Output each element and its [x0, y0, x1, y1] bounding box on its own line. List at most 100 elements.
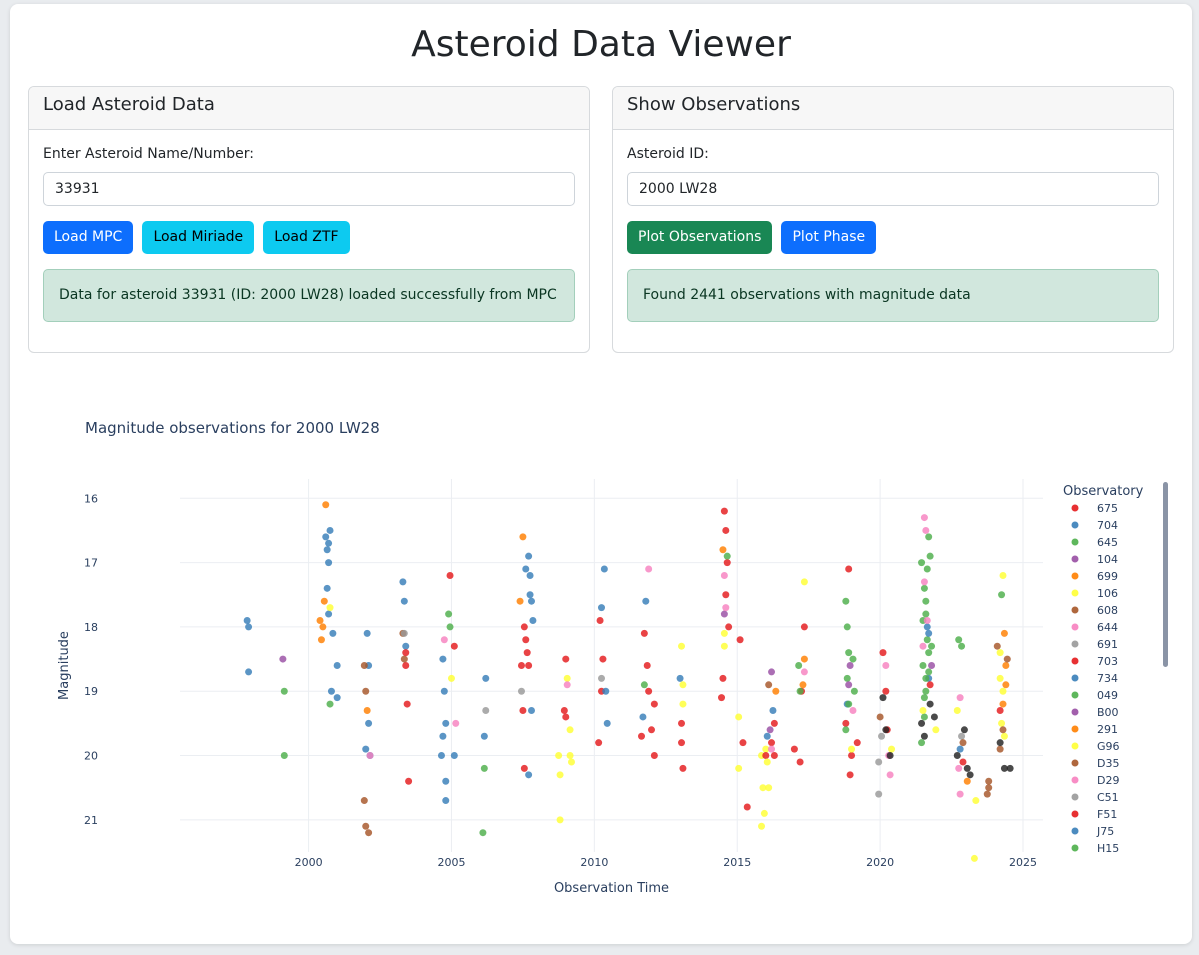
x-tick-label: 2015 — [723, 856, 751, 869]
data-point — [878, 732, 886, 740]
legend-marker — [1071, 810, 1079, 818]
x-tick-label: 2005 — [437, 856, 465, 869]
data-point — [718, 694, 726, 702]
data-point — [796, 687, 804, 695]
data-point — [875, 790, 883, 798]
data-point — [845, 565, 853, 573]
legend-label: 104 — [1097, 553, 1118, 566]
data-point — [567, 758, 575, 766]
data-point — [1000, 732, 1008, 740]
data-point — [642, 597, 650, 605]
data-point — [563, 681, 571, 689]
data-point — [762, 752, 770, 760]
data-point — [480, 732, 488, 740]
legend-marker — [1071, 589, 1079, 597]
data-point — [928, 662, 936, 669]
y-tick-label: 18 — [84, 621, 98, 634]
data-point — [402, 649, 410, 657]
legend-marker — [1071, 725, 1079, 733]
data-point — [365, 719, 373, 727]
data-point — [643, 662, 651, 669]
data-point — [956, 694, 964, 702]
data-point — [442, 777, 450, 785]
legend-marker — [1071, 793, 1079, 801]
data-point — [955, 764, 963, 772]
data-point — [597, 674, 605, 682]
data-point — [765, 784, 773, 792]
data-point — [722, 604, 730, 612]
data-point — [985, 784, 993, 792]
legend-marker — [1071, 827, 1079, 835]
data-point — [555, 752, 563, 760]
data-point — [650, 700, 658, 708]
data-point — [765, 681, 773, 689]
data-point — [566, 726, 574, 734]
data-point — [566, 752, 574, 760]
data-point — [720, 642, 728, 650]
data-point — [999, 571, 1007, 579]
data-point — [735, 764, 743, 772]
data-point — [925, 629, 933, 637]
legend-marker — [1071, 623, 1079, 631]
data-point — [525, 662, 533, 669]
y-axis-label: Magnitude — [57, 631, 72, 700]
data-point — [527, 597, 535, 605]
data-point — [722, 526, 730, 534]
data-point — [678, 642, 686, 650]
data-point — [845, 649, 853, 657]
legend-scrollbar[interactable] — [1163, 482, 1168, 667]
data-point — [439, 732, 447, 740]
data-point — [795, 662, 803, 669]
data-point — [329, 629, 337, 637]
data-point — [956, 790, 964, 798]
data-point — [760, 809, 768, 817]
app-container: Asteroid Data Viewer Load Asteroid Data … — [10, 4, 1192, 944]
data-point — [679, 700, 687, 708]
legend-title: Observatory — [1063, 484, 1144, 499]
data-point — [959, 739, 967, 747]
legend-label: 291 — [1097, 723, 1118, 736]
data-point — [245, 668, 253, 676]
data-point — [920, 578, 928, 586]
data-point — [556, 816, 564, 824]
data-point — [450, 752, 458, 760]
legend-marker — [1071, 572, 1079, 580]
legend-marker — [1071, 640, 1079, 648]
data-point — [960, 726, 968, 734]
data-point — [879, 694, 887, 702]
data-point — [362, 745, 370, 753]
data-point — [480, 764, 488, 772]
y-tick-label: 19 — [84, 685, 98, 698]
data-point — [735, 713, 743, 721]
data-point — [516, 597, 524, 605]
legend-label: 675 — [1097, 502, 1118, 515]
data-point — [842, 726, 850, 734]
data-point — [326, 526, 334, 534]
data-point — [519, 533, 527, 541]
data-point — [676, 674, 684, 682]
data-point — [800, 623, 808, 631]
data-point — [563, 674, 571, 682]
legend-label: 703 — [1097, 655, 1118, 668]
data-point — [529, 616, 537, 624]
data-point — [770, 719, 778, 727]
data-point — [966, 771, 974, 779]
chart-title: Magnitude observations for 2000 LW28 — [85, 419, 380, 437]
data-point — [996, 674, 1004, 682]
data-point — [363, 629, 371, 637]
data-point — [723, 552, 731, 560]
data-point — [926, 681, 934, 689]
data-point — [640, 681, 648, 689]
x-tick-label: 2010 — [580, 856, 608, 869]
legend-marker — [1071, 555, 1079, 563]
data-point — [882, 662, 890, 669]
data-point — [743, 803, 751, 811]
data-point — [849, 655, 857, 663]
data-point — [925, 668, 933, 676]
data-point — [526, 571, 534, 579]
data-point — [280, 687, 288, 695]
legend-marker — [1071, 674, 1079, 682]
legend-label: J75 — [1096, 825, 1114, 838]
data-point — [882, 726, 890, 734]
data-point — [953, 707, 961, 715]
